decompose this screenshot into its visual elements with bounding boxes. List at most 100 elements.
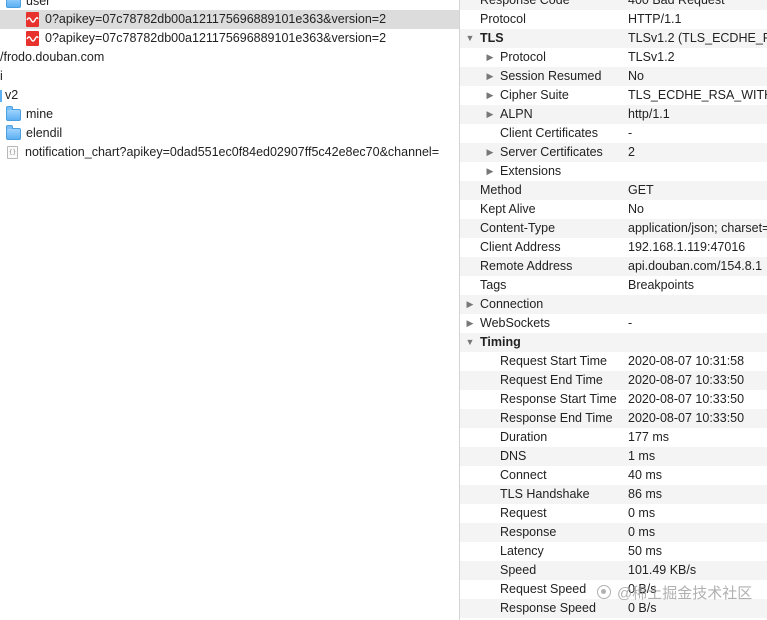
- juejin-logo-icon: [597, 585, 611, 599]
- disclosure-open-icon[interactable]: ▼: [465, 29, 475, 48]
- detail-value: 2020-08-07 10:33:50: [628, 411, 745, 425]
- disclosure-closed-icon[interactable]: ▶: [485, 86, 495, 105]
- disclosure-open-icon[interactable]: ▼: [465, 333, 475, 352]
- detail-value: 1 ms: [628, 449, 656, 463]
- detail-key: Client Certificates: [500, 126, 598, 140]
- detail-key: Connection: [480, 297, 544, 311]
- detail-row-request-end-time: Request End Time 2020-08-07 10:33:50: [460, 371, 767, 390]
- detail-row-duration: Duration 177 ms: [460, 428, 767, 447]
- detail-key: Client Address: [480, 240, 561, 254]
- tree-row-label: 0?apikey=07c78782db00a121175696889101e36…: [45, 12, 387, 26]
- detail-row-client-address: Client Address 192.168.1.119:47016: [460, 238, 767, 257]
- disclosure-closed-icon[interactable]: ▶: [465, 314, 475, 333]
- detail-value: TLSv1.2: [628, 50, 675, 64]
- detail-value: Breakpoints: [628, 278, 695, 292]
- detail-key: Response End Time: [500, 411, 613, 425]
- detail-row-alpn[interactable]: ▶ ALPN http/1.1: [460, 105, 767, 124]
- detail-row-response: Response 0 ms: [460, 523, 767, 542]
- disclosure-closed-icon[interactable]: ▶: [485, 105, 495, 124]
- detail-value: -: [628, 126, 633, 140]
- detail-value: 50 ms: [628, 544, 663, 558]
- detail-row-cipher-suite[interactable]: ▶ Cipher Suite TLS_ECDHE_RSA_WITH_: [460, 86, 767, 105]
- detail-row-protocol: Protocol HTTP/1.1: [460, 10, 767, 29]
- detail-value: 86 ms: [628, 487, 663, 501]
- detail-value: 2020-08-07 10:31:58: [628, 354, 745, 368]
- detail-key: Response Speed: [500, 601, 596, 615]
- detail-row-websockets[interactable]: ▶ WebSockets -: [460, 314, 767, 333]
- detail-value: 177 ms: [628, 430, 669, 444]
- detail-row-extensions[interactable]: ▶ Extensions: [460, 162, 767, 181]
- detail-row-dns: DNS 1 ms: [460, 447, 767, 466]
- detail-key: WebSockets: [480, 316, 550, 330]
- detail-key: Duration: [500, 430, 548, 444]
- detail-row-tags: Tags Breakpoints: [460, 276, 767, 295]
- detail-row-response-start-time: Response Start Time 2020-08-07 10:33:50: [460, 390, 767, 409]
- detail-row-tls[interactable]: ▼ TLS TLSv1.2 (TLS_ECDHE_RSA: [460, 29, 767, 48]
- detail-row-protocol[interactable]: ▶ Protocol TLSv1.2: [460, 48, 767, 67]
- detail-value: 400 Bad Request: [628, 0, 725, 7]
- detail-value: 2: [628, 145, 635, 159]
- detail-row-content-type: Content-Type application/json; charset=: [460, 219, 767, 238]
- tree-row-folder-mine[interactable]: mine: [0, 105, 459, 124]
- detail-value: 0 ms: [628, 525, 656, 539]
- detail-key: Request: [500, 506, 547, 520]
- detail-row-latency: Latency 50 ms: [460, 542, 767, 561]
- detail-row-server-certificates[interactable]: ▶ Server Certificates 2: [460, 143, 767, 162]
- detail-key: Extensions: [500, 164, 562, 178]
- tree-row-label: /frodo.douban.com: [0, 50, 105, 64]
- detail-value: 2020-08-07 10:33:50: [628, 373, 745, 387]
- detail-row-response-end-time: Response End Time 2020-08-07 10:33:50: [460, 409, 767, 428]
- detail-row-connection[interactable]: ▶ Connection: [460, 295, 767, 314]
- tree-row-folder-clipped[interactable]: i: [0, 67, 459, 86]
- detail-key: DNS: [500, 449, 527, 463]
- detail-key: Request End Time: [500, 373, 603, 387]
- detail-value: GET: [628, 183, 654, 197]
- detail-key: ALPN: [500, 107, 533, 121]
- detail-row-speed: Speed 101.49 KB/s: [460, 561, 767, 580]
- detail-key: Response Code: [480, 0, 570, 7]
- detail-value: 2020-08-07 10:33:50: [628, 392, 745, 406]
- disclosure-closed-icon[interactable]: ▶: [485, 162, 495, 181]
- tree-row-folder-v2[interactable]: v2: [0, 86, 459, 105]
- detail-value: -: [628, 316, 633, 330]
- folder-icon-clipped: [0, 89, 2, 102]
- detail-key: Cipher Suite: [500, 88, 569, 102]
- error-response-icon: [26, 31, 39, 46]
- detail-row-method: Method GET: [460, 181, 767, 200]
- tree-row-label: notification_chart?apikey=0dad551ec0f84e…: [25, 145, 440, 159]
- detail-key: Content-Type: [480, 221, 556, 235]
- overview-detail-pane[interactable]: Response Code 400 Bad Request Protocol HTTP…: [459, 0, 767, 620]
- detail-row-remote-address: Remote Address api.douban.com/154.8.1: [460, 257, 767, 276]
- detail-value: 40 ms: [628, 468, 663, 482]
- detail-row-client-certificates: Client Certificates -: [460, 124, 767, 143]
- tree-row-folder-elendil[interactable]: elendil: [0, 124, 459, 143]
- disclosure-closed-icon[interactable]: ▶: [485, 143, 495, 162]
- tree-row-request[interactable]: 0?apikey=07c78782db00a121175696889101e36…: [0, 29, 459, 48]
- structure-tree-pane[interactable]: user 0?apikey=07c78782db00a1211756968891…: [0, 0, 459, 620]
- tree-row-request-selected[interactable]: 0?apikey=07c78782db00a121175696889101e36…: [0, 10, 459, 29]
- tree-row-label: 0?apikey=07c78782db00a121175696889101e36…: [45, 31, 387, 45]
- detail-row-session-resumed[interactable]: ▶ Session Resumed No: [460, 67, 767, 86]
- disclosure-closed-icon[interactable]: ▶: [465, 295, 475, 314]
- disclosure-closed-icon[interactable]: ▶: [485, 48, 495, 67]
- tree-row-host[interactable]: /frodo.douban.com: [0, 48, 459, 67]
- detail-key: TLS Handshake: [500, 487, 590, 501]
- detail-key: Response Start Time: [500, 392, 617, 406]
- detail-key: Protocol: [500, 50, 546, 64]
- watermark-text: @稀土掘金技术社区: [617, 584, 753, 602]
- detail-value: 101.49 KB/s: [628, 563, 697, 577]
- tree-row-label: elendil: [26, 126, 63, 140]
- disclosure-closed-icon[interactable]: ▶: [485, 67, 495, 86]
- detail-key: Tags: [480, 278, 507, 292]
- detail-value: No: [628, 202, 644, 216]
- tree-row-request-json[interactable]: {} notification_chart?apikey=0dad551ec0f…: [0, 143, 459, 162]
- detail-value: TLS_ECDHE_RSA_WITH_: [628, 88, 767, 102]
- detail-value: http/1.1: [628, 107, 670, 121]
- detail-key: Remote Address: [480, 259, 573, 273]
- detail-row-connect: Connect 40 ms: [460, 466, 767, 485]
- detail-key: Timing: [480, 335, 521, 349]
- detail-row-kept-alive: Kept Alive No: [460, 200, 767, 219]
- detail-key: Request Speed: [500, 582, 587, 596]
- tree-row-label: v2: [5, 88, 19, 102]
- detail-row-timing[interactable]: ▼ Timing: [460, 333, 767, 352]
